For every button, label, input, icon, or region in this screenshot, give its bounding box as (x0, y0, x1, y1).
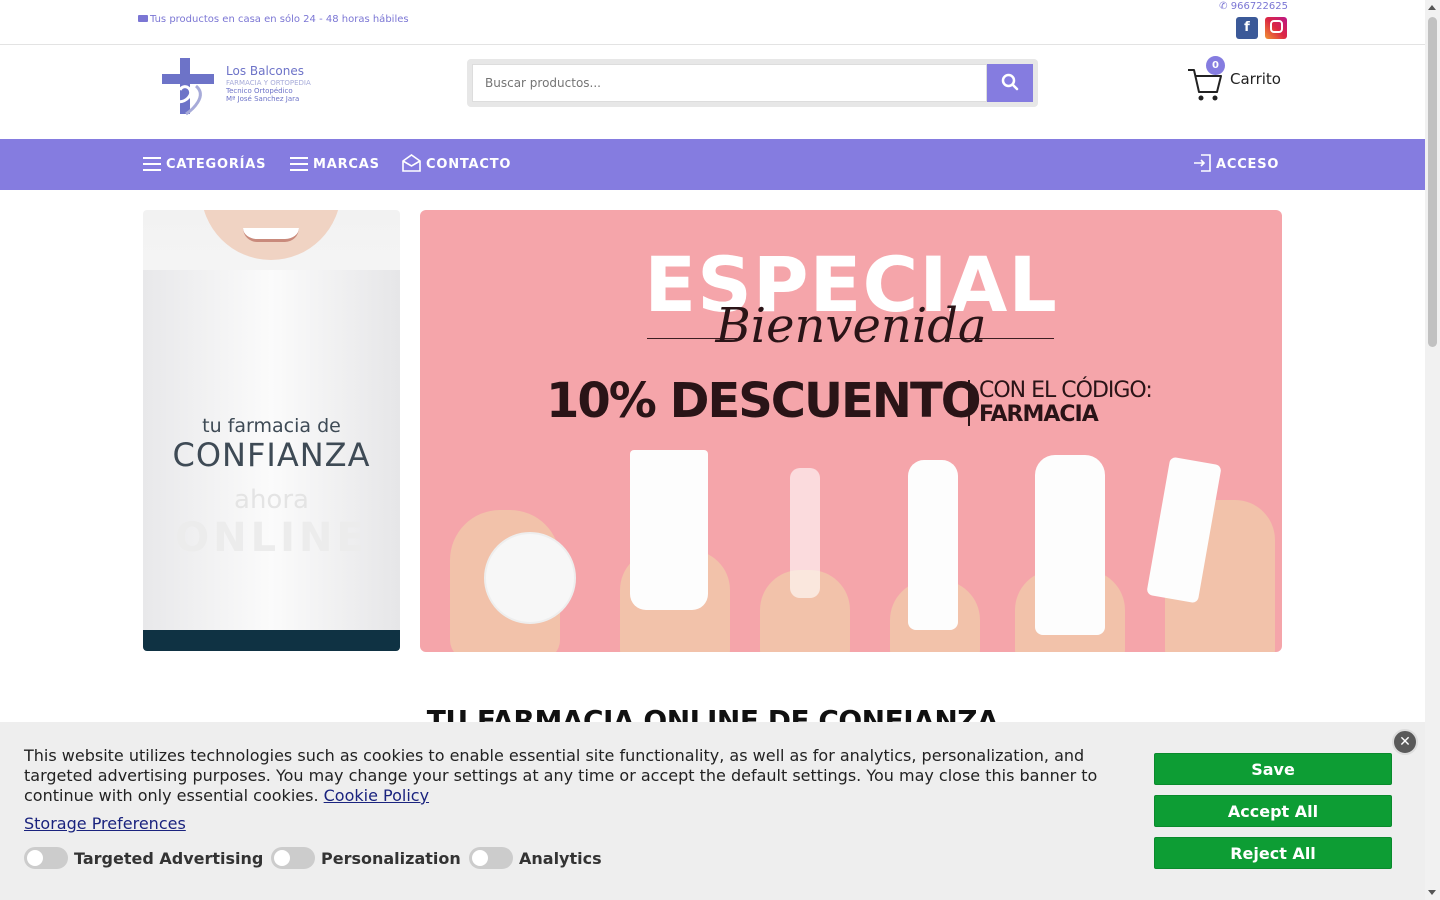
cookie-message-text: This website utilizes technologies such … (24, 746, 1098, 805)
reject-all-button[interactable]: Reject All (1154, 837, 1392, 869)
banner-smile (243, 228, 299, 242)
toggle-label: Analytics (519, 848, 602, 868)
accept-all-button[interactable]: Accept All (1154, 795, 1392, 827)
cream-tube-image (630, 450, 708, 610)
scrollbar-thumb[interactable] (1428, 17, 1437, 347)
banner-left-strip (143, 630, 400, 651)
logo-line4: Mª José Sanchez Jara (226, 95, 300, 103)
logo-line3: Tecnico Ortopédico (226, 87, 293, 95)
banner-separator (968, 380, 970, 426)
banner-code: FARMACIA (979, 402, 1099, 427)
search-bar (467, 59, 1038, 107)
logo-mark-icon (162, 58, 214, 116)
banner-script: Bienvenida (715, 298, 987, 354)
close-icon[interactable]: ✕ (1392, 729, 1418, 755)
menu-icon (290, 157, 308, 171)
banner-left-line4: ONLINE (175, 515, 368, 561)
nav-item-marcas[interactable]: MARCAS (290, 139, 380, 190)
storage-preferences-link[interactable]: Storage Preferences (24, 814, 186, 833)
login-label: ACCESO (1216, 157, 1280, 172)
toggle-switch[interactable] (469, 847, 513, 869)
logo-text: Los Balcones FARMACIA Y ORTOPEDIA Tecnic… (226, 64, 311, 103)
banner-code-label: CON EL CÓDIGO: (979, 378, 1153, 403)
cart-count-badge: 0 (1206, 56, 1225, 75)
logo-name: Los Balcones (226, 64, 304, 78)
scroll-down-icon[interactable] (1428, 890, 1436, 895)
toggle-switch[interactable] (271, 847, 315, 869)
cookie-message: This website utilizes technologies such … (24, 746, 1114, 806)
main-nav: CATEGORÍAS MARCAS CONTACTO ACCESO (0, 139, 1425, 190)
banner-discount: 10% DESCUENTO (546, 373, 982, 429)
banner-left-line2: CONFIANZA (172, 436, 371, 474)
login-icon (1194, 154, 1211, 172)
nav-label-categorias: CATEGORÍAS (166, 157, 267, 172)
envelope-icon (402, 154, 421, 172)
toggle-personalization[interactable]: Personalization (271, 847, 461, 869)
cart-button[interactable]: 0 Carrito (1186, 56, 1286, 101)
nav-item-categorias[interactable]: CATEGORÍAS (143, 139, 266, 190)
search-button[interactable] (987, 64, 1033, 102)
cookie-banner: This website utilizes technologies such … (0, 722, 1425, 900)
save-button[interactable]: Save (1154, 753, 1392, 785)
top-bar: Tus productos en casa en sólo 24 - 48 ho… (0, 0, 1425, 45)
cookie-policy-link[interactable]: Cookie Policy (324, 786, 429, 805)
nav-label-marcas: MARCAS (313, 157, 380, 172)
welcome-discount-banner[interactable]: ESPECIAL Bienvenida 10% DESCUENTO CON EL… (420, 210, 1282, 652)
nav-item-contacto[interactable]: CONTACTO (402, 139, 511, 190)
shipping-notice: Tus productos en casa en sólo 24 - 48 ho… (138, 14, 409, 25)
facebook-icon[interactable]: f (1236, 17, 1258, 39)
cotton-pad-image (484, 532, 576, 624)
page-scrollbar[interactable] (1425, 0, 1440, 900)
logo[interactable]: Los Balcones FARMACIA Y ORTOPEDIA Tecnic… (160, 56, 330, 116)
logo-subtitle: FARMACIA Y ORTOPEDIA (226, 79, 311, 87)
login-button[interactable]: ACCESO (1193, 139, 1279, 190)
nav-label-contacto: CONTACTO (426, 157, 512, 172)
phone-link[interactable]: ✆ 966722625 (1219, 1, 1288, 12)
instagram-icon[interactable] (1265, 17, 1287, 39)
toggle-label: Personalization (321, 848, 461, 868)
toggle-analytics[interactable]: Analytics (469, 847, 602, 869)
shipping-text: Tus productos en casa en sólo 24 - 48 ho… (150, 14, 409, 25)
banner-left-line1: tu farmacia de (202, 415, 341, 437)
toggle-label: Targeted Advertising (74, 848, 264, 868)
foam-bottle-image (908, 460, 958, 630)
search-icon (1001, 73, 1019, 90)
pump-bottle-image (1035, 455, 1105, 635)
phone-icon: ✆ (1219, 1, 1231, 12)
menu-icon (143, 157, 161, 171)
search-input[interactable] (472, 64, 987, 102)
toggle-targeted-advertising[interactable]: Targeted Advertising (24, 847, 263, 869)
serum-bottle-image (790, 468, 820, 598)
banner-left-line3: ahora (234, 485, 309, 515)
pharmacist-banner[interactable]: tu farmacia de CONFIANZA ahora ONLINE (143, 210, 400, 651)
toggle-switch[interactable] (24, 847, 68, 869)
phone-number: 966722625 (1230, 1, 1288, 12)
truck-icon (138, 15, 148, 22)
scroll-up-icon[interactable] (1428, 5, 1436, 10)
cart-label: Carrito (1230, 70, 1281, 88)
